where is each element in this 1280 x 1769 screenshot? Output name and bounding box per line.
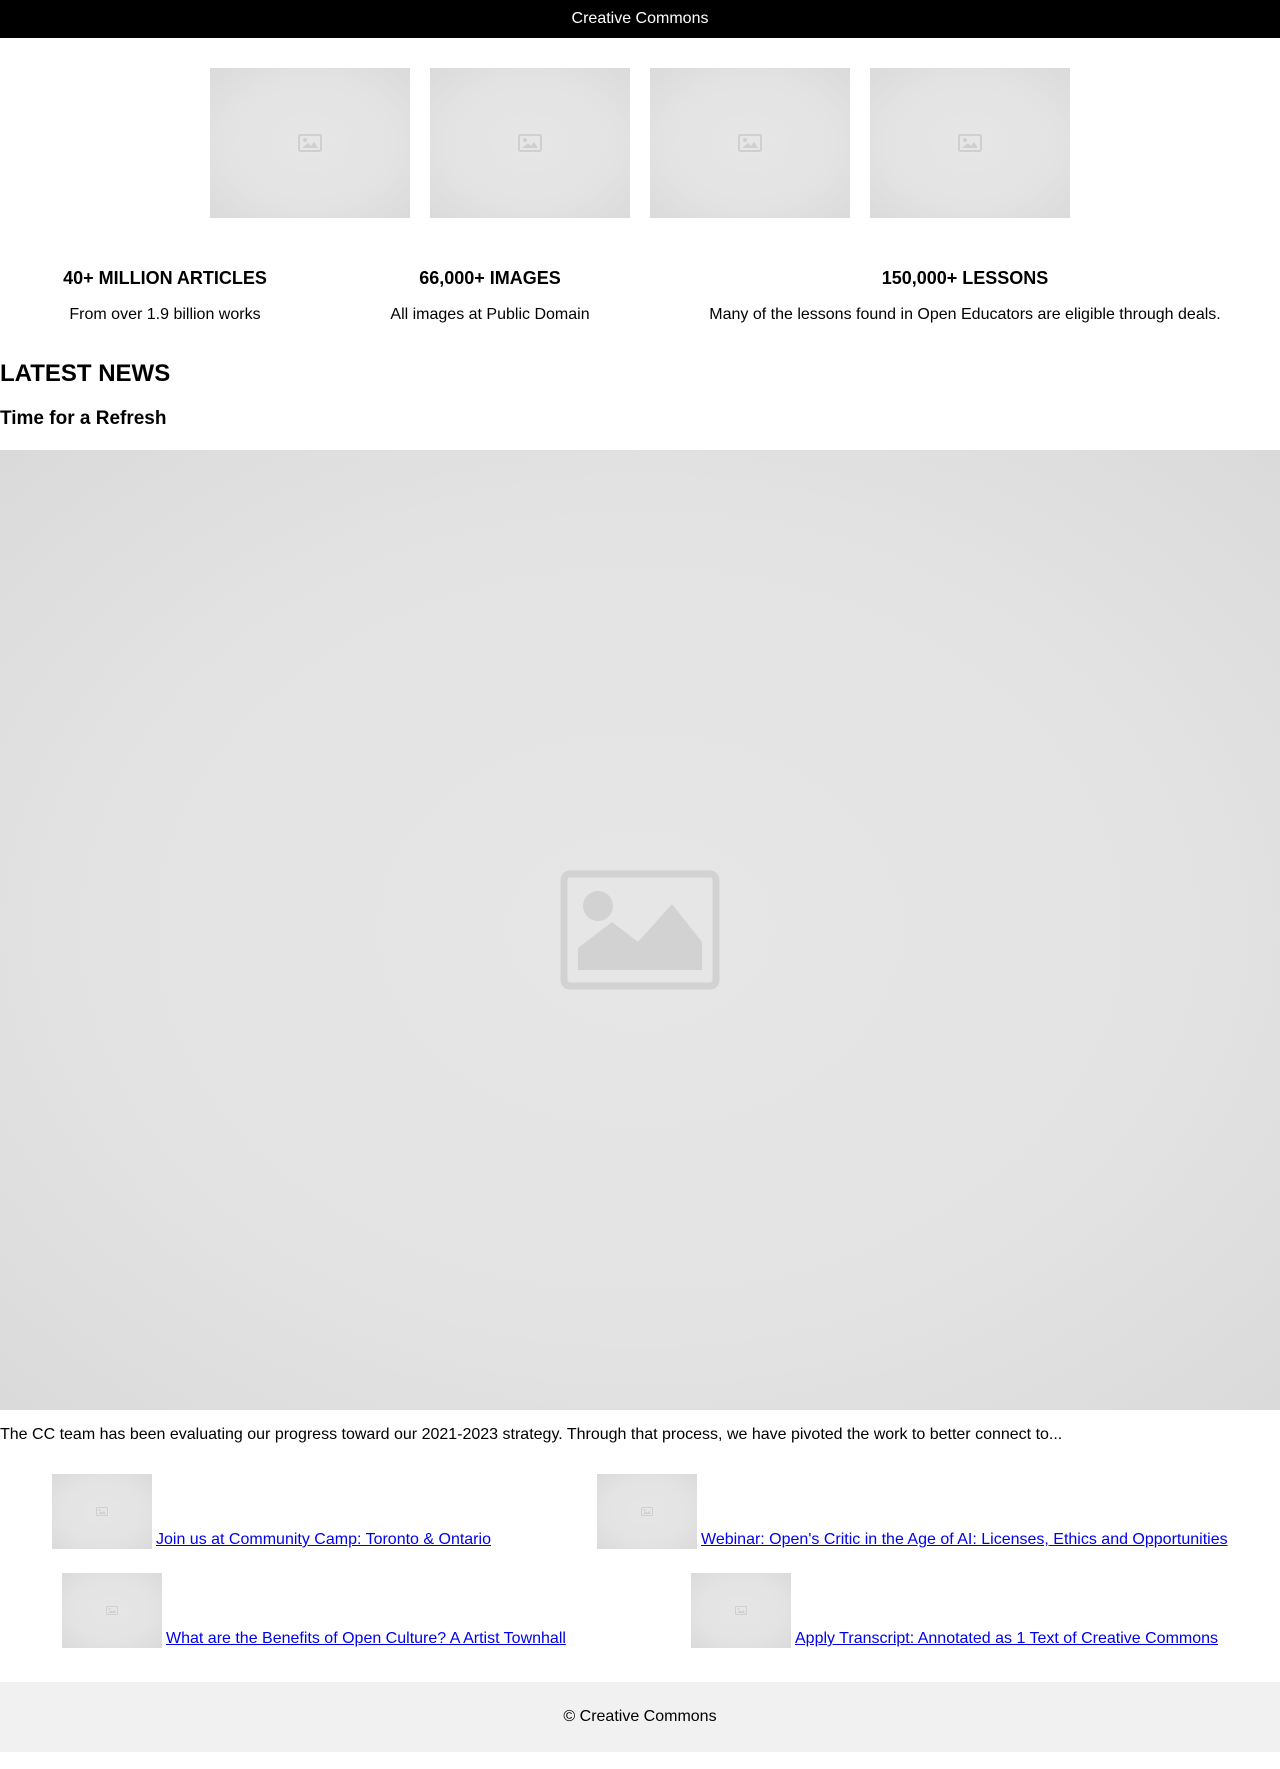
image-placeholder-icon <box>106 1606 118 1615</box>
stat-description: All images at Public Domain <box>390 306 590 323</box>
news-item: Apply Transcript: Annotated as 1 Text of… <box>691 1573 1218 1648</box>
thumbnail-gallery <box>210 68 1070 218</box>
news-item-link[interactable]: What are the Benefits of Open Culture? A… <box>166 1630 566 1648</box>
news-item-thumbnail[interactable] <box>62 1573 162 1648</box>
image-placeholder-icon <box>560 870 720 990</box>
site-footer: © Creative Commons <box>0 1682 1280 1752</box>
image-placeholder-icon <box>298 134 322 152</box>
news-item-thumbnail[interactable] <box>52 1474 152 1549</box>
site-title[interactable]: Creative Commons <box>572 10 709 28</box>
news-item: What are the Benefits of Open Culture? A… <box>62 1573 566 1648</box>
image-placeholder-icon <box>958 134 982 152</box>
stat-images: 66,000+ IMAGES All images at Public Doma… <box>340 267 640 325</box>
stat-description: From over 1.9 billion works <box>69 306 261 323</box>
image-placeholder-icon <box>735 1606 747 1615</box>
gallery-thumbnail[interactable] <box>870 68 1070 218</box>
stat-title: 66,000+ IMAGES <box>419 268 561 288</box>
feature-article-title[interactable]: Time for a Refresh <box>0 408 166 430</box>
stat-articles: 40+ MILLION ARTICLES From over 1.9 billi… <box>30 267 300 325</box>
feature-article-image[interactable] <box>0 450 1280 1410</box>
news-item-thumbnail[interactable] <box>597 1474 697 1549</box>
news-item-link[interactable]: Webinar: Open's Critic in the Age of AI:… <box>701 1531 1228 1549</box>
image-placeholder-icon <box>518 134 542 152</box>
news-item: Join us at Community Camp: Toronto & Ont… <box>52 1474 491 1549</box>
stat-title: 150,000+ LESSONS <box>881 268 1049 288</box>
stat-lessons: 150,000+ LESSONS Many of the lessons fou… <box>680 267 1250 325</box>
latest-news-heading: LATEST NEWS <box>0 360 171 387</box>
image-placeholder-icon <box>96 1507 108 1516</box>
gallery-thumbnail[interactable] <box>650 68 850 218</box>
news-item: Webinar: Open's Critic in the Age of AI:… <box>597 1474 1228 1549</box>
feature-article-excerpt: The CC team has been evaluating our prog… <box>0 1426 1063 1443</box>
news-item-thumbnail[interactable] <box>691 1573 791 1648</box>
news-item-link[interactable]: Join us at Community Camp: Toronto & Ont… <box>156 1531 491 1549</box>
image-placeholder-icon <box>738 134 762 152</box>
stat-title: 40+ MILLION ARTICLES <box>63 268 267 288</box>
gallery-thumbnail[interactable] <box>210 68 410 218</box>
image-placeholder-icon <box>641 1507 653 1516</box>
site-header: Creative Commons <box>0 0 1280 38</box>
footer-copyright: © Creative Commons <box>563 1708 717 1725</box>
stat-description: Many of the lessons found in Open Educat… <box>709 306 1221 323</box>
gallery-thumbnail[interactable] <box>430 68 630 218</box>
news-item-link[interactable]: Apply Transcript: Annotated as 1 Text of… <box>795 1630 1218 1648</box>
